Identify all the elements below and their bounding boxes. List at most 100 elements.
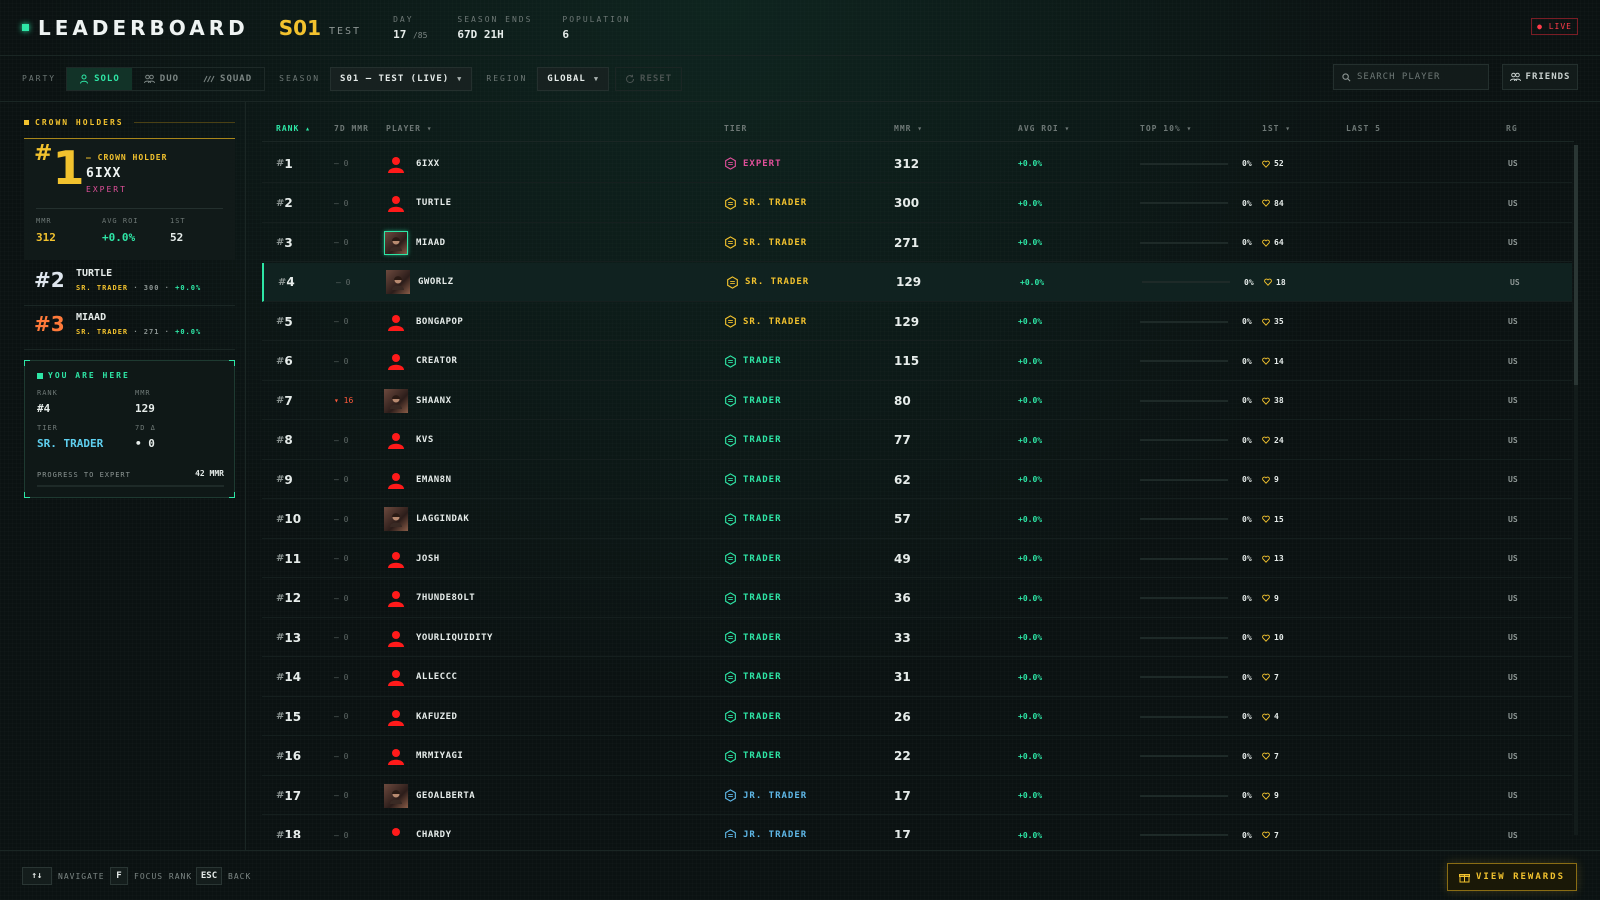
region-cell: US (1508, 830, 1518, 839)
col-first[interactable]: 1ST ▾ (1262, 124, 1291, 133)
footer: ↑↓ NAVIGATE F FOCUS RANK ESC BACK VIEW R… (0, 850, 1600, 900)
brand: LEADERBOARD (22, 16, 249, 40)
table-row[interactable]: #18 – 0 CHARDY JR. TRADER 17 +0.0% 0% 7 US (262, 816, 1572, 839)
col-player[interactable]: PLAYER ▾ (386, 124, 433, 133)
top-10-bar (1140, 715, 1228, 718)
player-cell[interactable]: GWORLZ (386, 263, 454, 302)
roi-cell: +0.0% (1018, 514, 1043, 524)
table-row[interactable]: #17 – 0 GEOALBERTA JR. TRADER 17 +0.0% 0% 9 US (262, 776, 1572, 815)
table-row[interactable]: #3 – 0 MIAAD SR. TRADER 271 +0.0% 0% 64 US (262, 223, 1572, 262)
party-option-squad[interactable]: SQUAD (191, 68, 264, 90)
avatar (386, 270, 410, 294)
col-top[interactable]: TOP 10% ▾ (1140, 124, 1192, 133)
podium-rank-2[interactable]: #2 TURTLE SR. TRADER · 300 · +0.0% (24, 264, 235, 306)
col-tier[interactable]: TIER (724, 124, 747, 133)
top-10-cell (1140, 737, 1228, 776)
tier-cell: SR. TRADER (724, 223, 807, 262)
table-row[interactable]: #16 – 0 MRMIYAGI TRADER 22 +0.0% 0% 7 US (262, 737, 1572, 776)
player-cell[interactable]: BONGAPOP (384, 302, 463, 341)
table-row[interactable]: #7 ▾ 16 SHAANX TRADER 80 +0.0% 0% 38 US (262, 381, 1572, 420)
table-row[interactable]: #13 – 0 YOURLIQUIDITY TRADER 33 +0.0% 0% 10 US (262, 618, 1572, 657)
view-rewards-button[interactable]: VIEW REWARDS (1447, 863, 1577, 891)
season-label: SEASON (279, 74, 321, 83)
podium-meta: SR. TRADER · 271 · +0.0% (76, 328, 202, 336)
player-cell[interactable]: TURTLE (384, 184, 452, 223)
table-row[interactable]: #6 – 0 CREATOR TRADER 115 +0.0% 0% 14 US (262, 342, 1572, 381)
avatar (384, 310, 408, 334)
key-focus: F (110, 867, 128, 885)
table-row[interactable]: #8 – 0 KVS TRADER 77 +0.0% 0% 24 US (262, 421, 1572, 460)
podium-rank-3[interactable]: #3 MIAAD SR. TRADER · 271 · +0.0% (24, 308, 235, 350)
first-cell: 4 (1262, 697, 1279, 736)
top-10-bar (1142, 281, 1230, 283)
rank-cell: #6 (276, 354, 293, 368)
player-cell[interactable]: CHARDY (384, 816, 452, 838)
region-cell: US (1508, 356, 1518, 366)
table-row[interactable]: #2 – 0 TURTLE SR. TRADER 300 +0.0% 0% 84 US (262, 184, 1572, 223)
rank-cell: #3 (276, 235, 293, 250)
live-badge: ● LIVE (1531, 18, 1578, 35)
player-cell[interactable]: EMAN8N (384, 460, 452, 499)
top-10-bar (1140, 439, 1228, 441)
player-cell[interactable]: GEOALBERTA (384, 776, 475, 815)
roi-cell: +0.0% (1018, 593, 1043, 603)
mmr-cell: 31 (894, 670, 911, 684)
mmr-cell: 271 (894, 235, 920, 250)
rank-cell: #4 (278, 275, 295, 289)
player-cell[interactable]: MIAAD (384, 223, 446, 262)
roi-cell: +0.0% (1018, 633, 1043, 642)
table-row[interactable]: #12 – 0 7HUNDE8OLT TRADER 36 +0.0% 0% 9 US (262, 579, 1572, 618)
top-10-cell (1140, 539, 1228, 578)
friends-button[interactable]: FRIENDS (1502, 64, 1578, 90)
avatar (384, 705, 408, 729)
crown-stat-mmr: MMR 312 (36, 217, 56, 244)
col-roi[interactable]: AVG ROI ▾ (1018, 124, 1070, 133)
tier-cell: TRADER (724, 460, 782, 499)
table-row[interactable]: #15 – 0 KAFUZED TRADER 26 +0.0% 0% 4 US (262, 697, 1572, 736)
player-cell[interactable]: 7HUNDE8OLT (384, 579, 475, 618)
search-input[interactable] (1357, 72, 1487, 82)
table-row[interactable]: #11 – 0 JOSH TRADER 49 +0.0% 0% 13 US (262, 539, 1572, 578)
refresh-icon (626, 74, 635, 83)
crown-holder-card[interactable]: #1 — CROWN HOLDER 6IXX EXPERT MMR 312 AV… (24, 138, 235, 260)
avatar (384, 230, 408, 255)
table-row[interactable]: #10 – 0 LAGGINDAK TRADER 57 +0.0% 0% 15 US (262, 500, 1572, 539)
heart-icon (1262, 713, 1270, 721)
col-rank[interactable]: RANK ▴ (276, 124, 311, 133)
scroll-thumb[interactable] (1574, 145, 1578, 385)
player-cell[interactable]: ALLECCC (384, 658, 457, 697)
player-cell[interactable]: CREATOR (384, 342, 457, 381)
reset-button[interactable]: RESET (615, 66, 683, 91)
season-dropdown[interactable]: S01 — TEST (LIVE) ▼ (330, 66, 473, 91)
table-row[interactable]: #5 – 0 BONGAPOP SR. TRADER 129 +0.0% 0% 35 US (262, 302, 1572, 341)
avatar (384, 468, 408, 492)
col-delta[interactable]: 7D MMR (334, 124, 369, 133)
party-option-solo[interactable]: SOLO (67, 67, 132, 90)
table-row[interactable]: #9 – 0 EMAN8N TRADER 62 +0.0% 0% 9 US (262, 460, 1572, 499)
player-cell[interactable]: MRMIYAGI (384, 737, 463, 776)
key-back: ESC (196, 867, 222, 885)
col-mmr[interactable]: MMR ▾ (894, 124, 923, 133)
player-cell[interactable]: KAFUZED (384, 697, 457, 736)
rank-cell: #10 (276, 512, 302, 526)
table-row[interactable]: #4 – 0 GWORLZ SR. TRADER 129 +0.0% 0% 18 US (262, 262, 1572, 302)
player-cell[interactable]: JOSH (384, 539, 440, 578)
first-cell: 13 (1262, 539, 1284, 578)
table-row[interactable]: #1 – 0 6IXX EXPERT 312 +0.0% 0% 52 US (262, 144, 1572, 183)
player-cell[interactable]: KVS (384, 421, 434, 460)
first-cell: 7 (1262, 816, 1279, 838)
player-cell[interactable]: LAGGINDAK (384, 500, 469, 539)
mmr-cell: 22 (894, 749, 911, 763)
hexagon-badge-icon (725, 394, 736, 407)
player-cell[interactable]: YOURLIQUIDITY (384, 618, 493, 657)
player-cell[interactable]: 6IXX (384, 144, 440, 183)
table-row[interactable]: #14 – 0 ALLECCC TRADER 31 +0.0% 0% 7 US (262, 658, 1572, 697)
hexagon-badge-icon (725, 749, 736, 763)
player-cell[interactable]: SHAANX (384, 381, 452, 420)
top-10-cell (1140, 144, 1228, 183)
party-option-duo[interactable]: DUO (132, 68, 191, 90)
roi-cell: +0.0% (1018, 356, 1043, 366)
table-scrollbar[interactable] (1574, 145, 1578, 835)
you-are-here-card[interactable]: YOU ARE HERE RANK #4 MMR 129 TIER SR. TR… (24, 360, 235, 498)
region-dropdown[interactable]: GLOBAL ▼ (537, 66, 610, 91)
